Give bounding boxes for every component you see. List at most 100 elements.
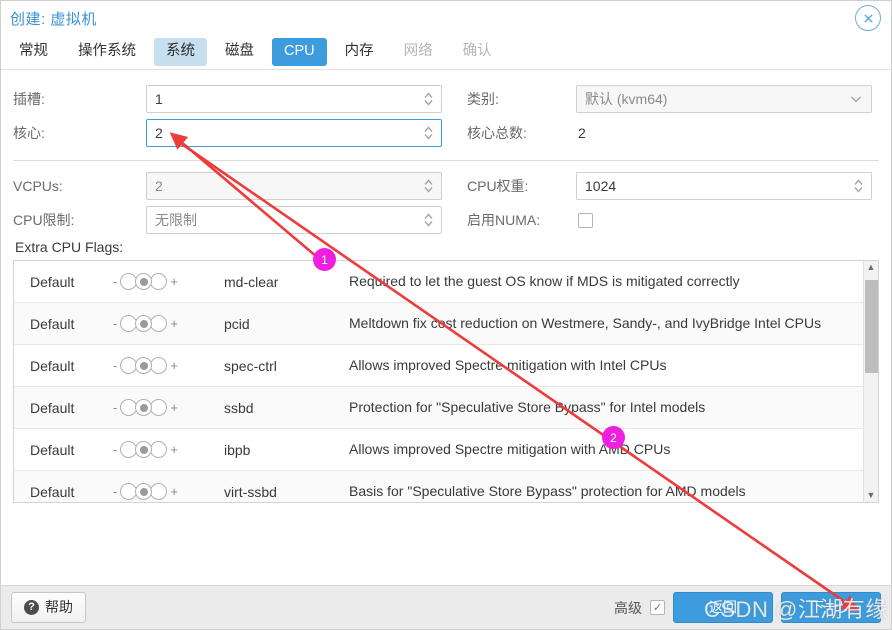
- flag-state: Default: [30, 441, 75, 458]
- advanced-checkbox[interactable]: ✓: [650, 600, 665, 615]
- tristate-dots[interactable]: [120, 273, 168, 290]
- tab-os[interactable]: 操作系统: [66, 38, 148, 66]
- tristate-default-dot[interactable]: [135, 483, 153, 500]
- tab-network: 网络: [403, 43, 433, 60]
- table-row[interactable]: Default - + md-clear Required to let the…: [14, 261, 863, 303]
- cores-right-cell: 核心总数: 2: [443, 117, 879, 149]
- tristate-on-dot[interactable]: [150, 399, 168, 416]
- flag-tristate-control[interactable]: - +: [109, 399, 224, 416]
- tab-disk[interactable]: 磁盘: [213, 38, 266, 66]
- tab-confirm: 确认: [462, 43, 492, 60]
- cpu-units-label: CPU权重:: [467, 178, 529, 194]
- sockets-label: 插槽:: [13, 91, 45, 107]
- vcpus-value: 2: [155, 178, 163, 194]
- tristate-dots[interactable]: [120, 441, 168, 458]
- tristate-default-dot[interactable]: [135, 315, 153, 332]
- plus-icon[interactable]: +: [166, 484, 182, 499]
- tristate-default-dot[interactable]: [135, 357, 153, 374]
- flag-state: Default: [30, 399, 75, 416]
- wizard-tabbar: 常规 操作系统 系统 磁盘 CPU 内存 网络 确认: [1, 35, 891, 70]
- table-row[interactable]: Default - + ibpb Allows improved Spectre…: [14, 429, 863, 471]
- plus-icon[interactable]: +: [166, 400, 182, 415]
- cpu-form-bottom: VCPUs: 2 CPU权重: 1024 CPU限制: 无限制 启用NUMA:: [13, 169, 879, 237]
- cpu-type-select[interactable]: 默认 (kvm64): [576, 85, 872, 113]
- flags-table-scrollbar[interactable]: ▲ ▼: [863, 261, 878, 502]
- table-row[interactable]: Default - + pcid Meltdown fix cost reduc…: [14, 303, 863, 345]
- tristate-dots[interactable]: [120, 483, 168, 500]
- cpu-settings-panel: 插槽: 1 类别: 默认 (kvm64) 核心: 2 核心总数: 2 VCPUs…: [1, 70, 891, 585]
- table-row[interactable]: Default - + spec-ctrl Allows improved Sp…: [14, 345, 863, 387]
- flag-name: spec-ctrl: [224, 357, 277, 374]
- spinner-arrows-icon[interactable]: [423, 91, 434, 108]
- vcpus-label: VCPUs:: [13, 178, 63, 194]
- table-row[interactable]: Default - + virt-ssbd Basis for "Specula…: [14, 471, 863, 502]
- enable-numa-label: 启用NUMA:: [467, 212, 541, 228]
- help-button-label: 帮助: [45, 598, 73, 615]
- close-icon[interactable]: [855, 5, 881, 31]
- vcpus-right-cell: CPU权重: 1024: [443, 169, 879, 203]
- tristate-dots[interactable]: [120, 357, 168, 374]
- plus-icon[interactable]: +: [166, 316, 182, 331]
- create-vm-dialog: 创建: 虚拟机 常规 操作系统 系统 磁盘 CPU 内存 网络 确认 插槽: 1: [0, 0, 892, 630]
- tab-cpu[interactable]: CPU: [272, 38, 327, 66]
- flag-name: pcid: [224, 315, 250, 332]
- flag-description: Allows improved Spectre mitigation with …: [349, 441, 671, 458]
- plus-icon[interactable]: +: [166, 274, 182, 289]
- tristate-dots[interactable]: [120, 315, 168, 332]
- cpu-limit-label: CPU限制:: [13, 212, 75, 228]
- cpu-units-value: 1024: [585, 178, 617, 194]
- flag-tristate-control[interactable]: - +: [109, 357, 224, 374]
- cpu-flags-table: Default - + md-clear Required to let the…: [13, 260, 879, 503]
- next-button[interactable]: 下一步: [781, 591, 881, 624]
- tristate-on-dot[interactable]: [150, 441, 168, 458]
- tristate-on-dot[interactable]: [150, 357, 168, 374]
- flag-tristate-control[interactable]: - +: [109, 273, 224, 290]
- vcpus-input[interactable]: 2: [146, 172, 442, 200]
- spinner-arrows-icon[interactable]: [423, 125, 434, 142]
- cores-value: 2: [155, 125, 163, 141]
- scrollbar-thumb[interactable]: [865, 280, 878, 373]
- flag-tristate-control[interactable]: - +: [109, 441, 224, 458]
- flag-tristate-control[interactable]: - +: [109, 315, 224, 332]
- table-row[interactable]: Default - + ssbd Protection for "Specula…: [14, 387, 863, 429]
- sockets-input[interactable]: 1: [146, 85, 442, 113]
- plus-icon[interactable]: +: [166, 442, 182, 457]
- flag-description: Required to let the guest OS know if MDS…: [349, 273, 740, 290]
- spinner-arrows-icon[interactable]: [423, 212, 434, 229]
- help-button[interactable]: ? 帮助: [11, 591, 86, 624]
- tab-general[interactable]: 常规: [7, 38, 60, 66]
- cpu-form-top: 插槽: 1 类别: 默认 (kvm64) 核心: 2 核心总数: 2: [13, 82, 879, 150]
- tristate-on-dot[interactable]: [150, 315, 168, 332]
- flag-description: Protection for "Speculative Store Bypass…: [349, 399, 706, 416]
- tristate-dots[interactable]: [120, 399, 168, 416]
- dialog-titlebar: 创建: 虚拟机: [1, 1, 891, 35]
- vcpus-field: 2: [146, 172, 443, 200]
- extra-cpu-flags-label: Extra CPU Flags:: [15, 239, 124, 255]
- cores-input[interactable]: 2: [146, 119, 442, 147]
- back-button[interactable]: 返回: [673, 591, 773, 624]
- flag-name: ssbd: [224, 399, 254, 416]
- enable-numa-checkbox[interactable]: [578, 212, 593, 228]
- tab-memory[interactable]: 内存: [333, 38, 386, 66]
- spinner-arrows-icon[interactable]: [853, 178, 864, 195]
- tristate-on-dot[interactable]: [150, 273, 168, 290]
- flag-tristate-control[interactable]: - +: [109, 483, 224, 500]
- flag-state: Default: [30, 315, 75, 332]
- tristate-on-dot[interactable]: [150, 483, 168, 500]
- tristate-default-dot[interactable]: [135, 441, 153, 458]
- tristate-default-dot[interactable]: [135, 399, 153, 416]
- cpu-limit-input[interactable]: 无限制: [146, 206, 442, 234]
- cpu-units-input[interactable]: 1024: [576, 172, 872, 200]
- type-label: 类别:: [467, 91, 499, 107]
- cpu-units-field: 1024: [576, 172, 872, 200]
- flag-name: ibpb: [224, 441, 251, 458]
- scroll-down-icon[interactable]: ▼: [867, 491, 876, 500]
- scroll-up-icon[interactable]: ▲: [867, 263, 876, 272]
- sockets-right-cell: 类别: 默认 (kvm64): [443, 82, 879, 116]
- tab-system[interactable]: 系统: [154, 38, 207, 66]
- plus-icon[interactable]: +: [166, 358, 182, 373]
- chevron-down-icon[interactable]: [850, 95, 862, 103]
- spinner-arrows-icon[interactable]: [423, 178, 434, 195]
- tristate-default-dot[interactable]: [135, 273, 153, 290]
- dialog-footer: ? 帮助 高级 ✓ 返回 下一步: [1, 585, 891, 629]
